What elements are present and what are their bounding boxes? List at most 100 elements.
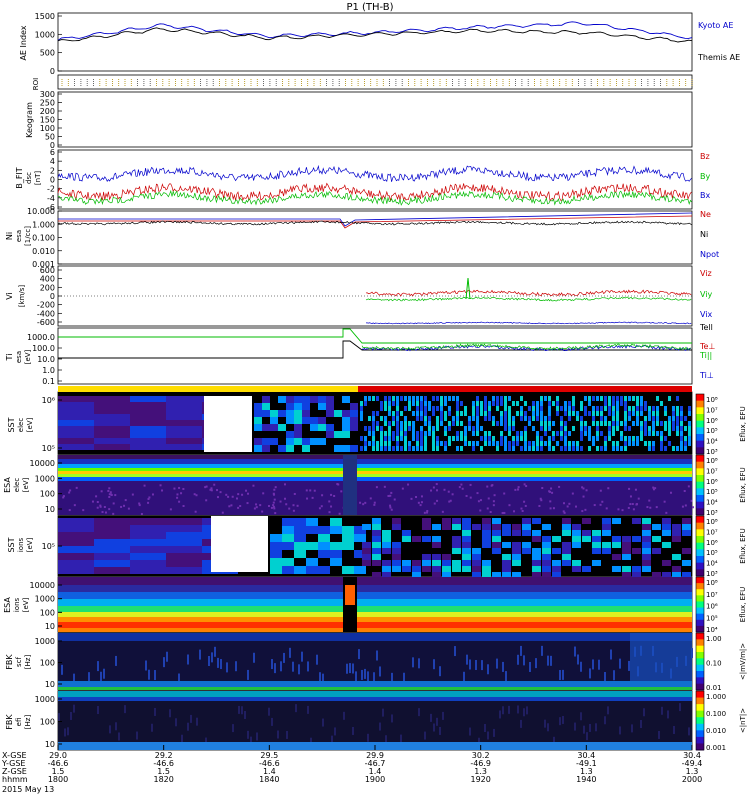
sst-elec-cell	[680, 446, 683, 451]
esa-elec-speckle	[585, 489, 588, 492]
sst-ions-cell	[372, 554, 381, 560]
spec-ytick-label: 1000	[35, 637, 55, 646]
spec-ytick-label: 10⁶	[42, 396, 55, 405]
sst-elec-cell	[166, 426, 202, 432]
sst-ions-cell	[382, 560, 391, 566]
colorbar-segment	[696, 683, 704, 691]
esa-elec-band	[58, 455, 692, 459]
sst-ions-cell	[58, 539, 94, 546]
sst-elec-cell	[404, 421, 407, 426]
sst-elec-cell	[326, 410, 334, 417]
sst-elec-cell	[444, 441, 447, 446]
esa-elec-speckle	[441, 510, 444, 513]
sst-elec-cell	[392, 396, 395, 401]
sst-ions-cell	[294, 566, 306, 574]
sst-elec-cell	[512, 421, 515, 426]
sst-elec-cell	[372, 436, 375, 441]
sst-elec-cell	[294, 396, 302, 403]
sst-elec-cell	[608, 421, 611, 426]
sst-elec-cell	[350, 410, 358, 417]
sst-elec-cell	[512, 426, 515, 431]
sst-ions-cell	[632, 518, 641, 524]
esa-elec-speckle	[364, 501, 367, 504]
sst-elec-cell	[652, 416, 655, 421]
spec-ytick-label: 1000	[35, 474, 55, 483]
sst-elec-cell	[420, 401, 423, 406]
esa-elec-speckle	[270, 506, 273, 509]
sst-elec-cell	[384, 436, 387, 441]
sst-ions-cell	[612, 542, 621, 548]
sst-elec-cell	[476, 416, 479, 421]
esa-elec-speckle	[549, 507, 552, 510]
sst-elec-gap	[204, 396, 252, 452]
sst-elec-cell	[504, 436, 507, 441]
fbk-scm-streak	[517, 654, 519, 665]
keogram-panel: Keogram 300250200150100500	[25, 90, 62, 150]
xtick-t: 1940	[576, 775, 596, 784]
colorbar-segment	[696, 577, 704, 584]
esa-elec-speckle	[108, 487, 111, 490]
sst-elec-cell	[294, 438, 302, 445]
esa-elec-speckle	[632, 508, 635, 511]
sst-elec-cell	[436, 421, 439, 426]
sst-elec-cell	[540, 401, 543, 406]
sst-elec-cell	[672, 446, 675, 451]
sst-elec-cell	[408, 396, 411, 401]
bfield-unit: [nT]	[34, 171, 42, 185]
sst-ions-cell	[482, 566, 491, 572]
esa-elec-speckle	[237, 506, 240, 509]
sst-ions-cell	[318, 566, 330, 574]
sst-ions-cell	[392, 524, 401, 530]
sst-ions-cell	[372, 548, 381, 554]
esa-elec-speckle	[492, 500, 495, 503]
sst-elec-cell	[632, 406, 635, 411]
sst-ions-cell	[294, 534, 306, 542]
sst-ions-cell	[642, 536, 651, 542]
esa-elec-speckle	[228, 505, 231, 508]
fbk-scm-streak	[88, 672, 90, 683]
fbk-scm-activity	[630, 633, 692, 681]
sst-elec-cell	[480, 426, 483, 431]
esa-elec-speckle	[216, 489, 219, 492]
sst-elec-cell	[392, 401, 395, 406]
temp-legend-tell: Tell	[699, 323, 713, 332]
sst-elec-cell	[408, 421, 411, 426]
sst-elec-cell	[560, 426, 563, 431]
esa-elec-speckle	[629, 503, 632, 506]
xaxis-row-hhmm: hhmm	[2, 775, 28, 784]
sst-elec-cell	[548, 436, 551, 441]
temp-legend-tipar: Ti||	[699, 351, 712, 360]
esa-elec-speckle	[108, 495, 111, 498]
esa-elec-speckle	[296, 504, 299, 507]
sst-elec-cell	[302, 396, 310, 403]
sst-elec-cell	[512, 446, 515, 451]
esa-elec-speckle	[634, 488, 637, 491]
sst-ions-cell	[532, 548, 541, 554]
sst-elec-cell	[580, 401, 583, 406]
sst-ions-cell	[166, 518, 202, 525]
sst-elec-cell	[416, 416, 419, 421]
sst-elec-cell	[640, 406, 643, 411]
density-panel: Ni esa [1/cc] 10.0001.0000.1000.0100.001…	[5, 207, 719, 269]
colorbar-segment	[696, 664, 704, 672]
colorbar-segment	[696, 569, 704, 577]
sst-ions-cell	[94, 518, 130, 525]
sst-elec-cell	[528, 406, 531, 411]
sst-ions-cell	[422, 524, 431, 530]
colorbar-segment	[696, 434, 704, 442]
colorbar-segment	[696, 394, 704, 402]
sst-elec-cell	[360, 416, 363, 421]
ytick-label: 0.100	[32, 234, 55, 243]
esa-elec-speckle	[178, 486, 181, 489]
sst-elec-cell	[416, 396, 419, 401]
esa-elec-speckle	[681, 505, 684, 508]
spec-ytick-label: 10⁵	[42, 444, 55, 453]
sst-elec-cell	[520, 416, 523, 421]
fbk-efi-streak	[97, 706, 99, 715]
fbk-efi-streak	[64, 728, 66, 737]
colorbar-segment	[696, 440, 704, 448]
sst-elec-cell	[412, 421, 415, 426]
esa-ions-band	[58, 612, 692, 617]
sst-elec-cell	[464, 426, 467, 431]
sst-elec-cell	[404, 441, 407, 446]
